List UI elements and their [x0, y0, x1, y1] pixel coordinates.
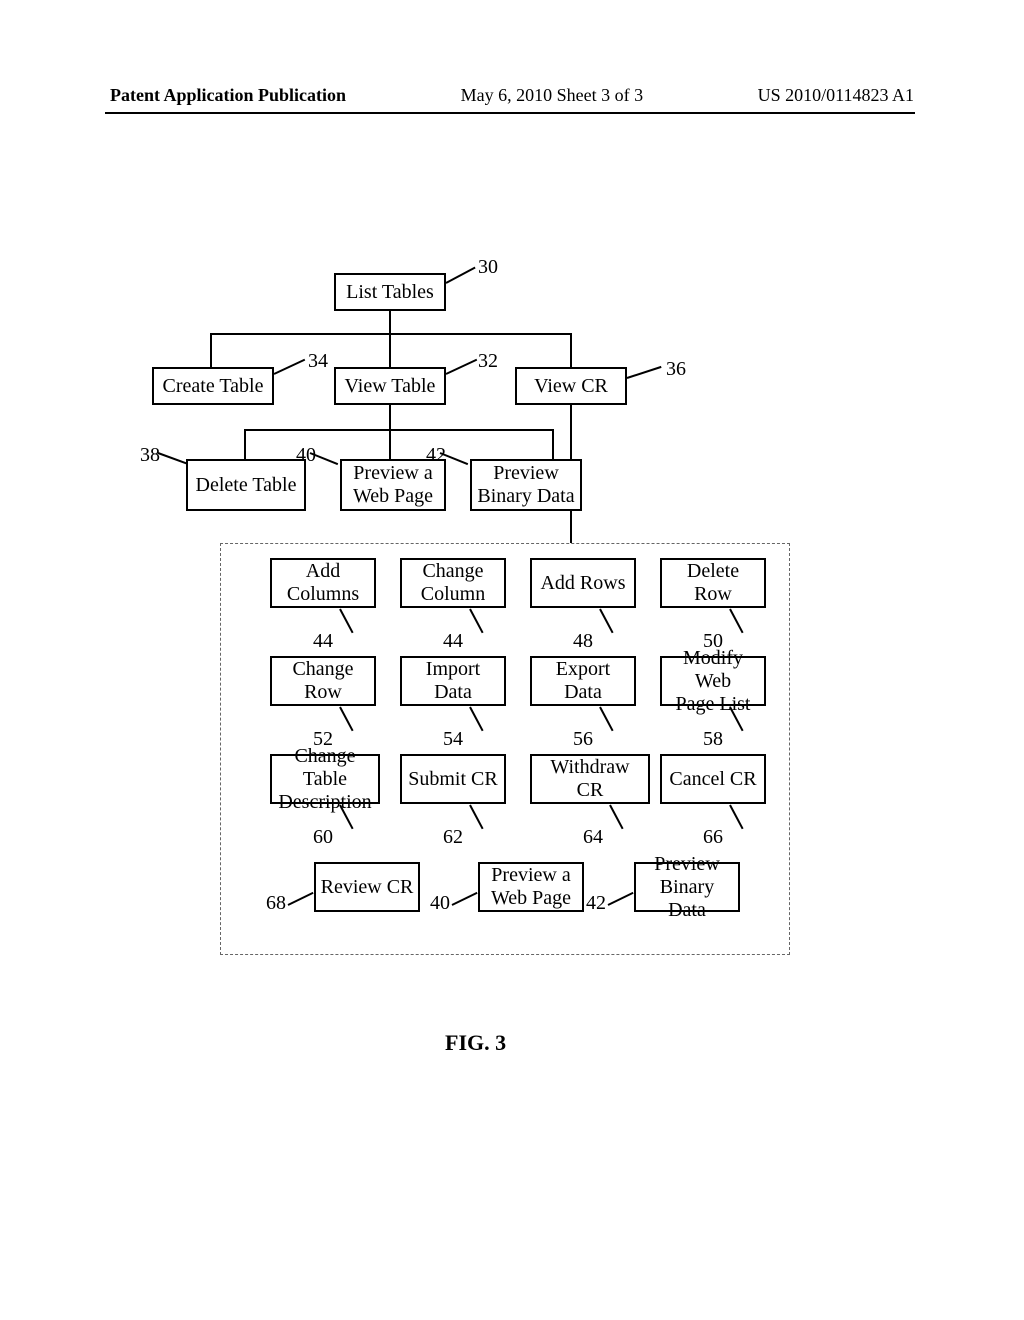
connector: [389, 333, 391, 367]
node-list-tables: List Tables: [334, 273, 446, 311]
node-change-row: Change Row: [270, 656, 376, 706]
connector: [570, 333, 572, 367]
page-header: Patent Application Publication May 6, 20…: [0, 85, 1024, 106]
ref-56: 56: [573, 728, 593, 751]
leader-line: [446, 267, 476, 284]
ref-48: 48: [573, 630, 593, 653]
node-delete-table: Delete Table: [186, 459, 306, 511]
node-preview-binary-data-b: Preview Binary Data: [634, 862, 740, 912]
leader-line: [158, 452, 187, 464]
connector: [570, 405, 572, 429]
node-preview-binary-data-a: Preview Binary Data: [470, 459, 582, 511]
ref-58: 58: [703, 728, 723, 751]
ref-66: 66: [703, 826, 723, 849]
connector: [244, 429, 246, 459]
node-cancel-cr: Cancel CR: [660, 754, 766, 804]
node-change-table-description: Change Table Description: [270, 754, 380, 804]
node-import-data: Import Data: [400, 656, 506, 706]
ref-60: 60: [313, 826, 333, 849]
node-review-cr: Review CR: [314, 862, 420, 912]
ref-38: 38: [140, 444, 160, 467]
ref-44a: 44: [313, 630, 333, 653]
ref-42b: 42: [586, 892, 606, 915]
ref-62: 62: [443, 826, 463, 849]
figure-label: FIG. 3: [445, 1030, 506, 1056]
ref-36: 36: [666, 358, 686, 381]
connector: [389, 429, 391, 459]
node-change-column: Change Column: [400, 558, 506, 608]
header-mid: May 6, 2010 Sheet 3 of 3: [461, 85, 643, 106]
connector: [244, 429, 552, 431]
connector: [552, 429, 554, 459]
ref-42a: 42: [426, 444, 446, 467]
connector: [389, 405, 391, 429]
header-right: US 2010/0114823 A1: [758, 85, 914, 106]
leader-line: [274, 359, 306, 375]
node-create-table: Create Table: [152, 367, 274, 405]
ref-30: 30: [478, 256, 498, 279]
ref-40a: 40: [296, 444, 316, 467]
node-preview-web-page-b: Preview a Web Page: [478, 862, 584, 912]
ref-64: 64: [583, 826, 603, 849]
header-rule: [105, 112, 915, 114]
node-add-columns: Add Columns: [270, 558, 376, 608]
patent-page: Patent Application Publication May 6, 20…: [0, 0, 1024, 1320]
connector: [389, 311, 391, 333]
ref-44b: 44: [443, 630, 463, 653]
ref-54: 54: [443, 728, 463, 751]
ref-34: 34: [308, 350, 328, 373]
node-add-rows: Add Rows: [530, 558, 636, 608]
ref-40b: 40: [430, 892, 450, 915]
node-view-cr: View CR: [515, 367, 627, 405]
node-withdraw-cr: Withdraw CR: [530, 754, 650, 804]
node-delete-row: Delete Row: [660, 558, 766, 608]
ref-32: 32: [478, 350, 498, 373]
node-modify-web-page-list: Modify Web Page List: [660, 656, 766, 706]
node-export-data: Export Data: [530, 656, 636, 706]
ref-68: 68: [266, 892, 286, 915]
node-submit-cr: Submit CR: [400, 754, 506, 804]
node-view-table: View Table: [334, 367, 446, 405]
leader-line: [627, 366, 662, 379]
header-left: Patent Application Publication: [110, 85, 346, 106]
leader-line: [446, 359, 478, 375]
connector: [210, 333, 212, 367]
